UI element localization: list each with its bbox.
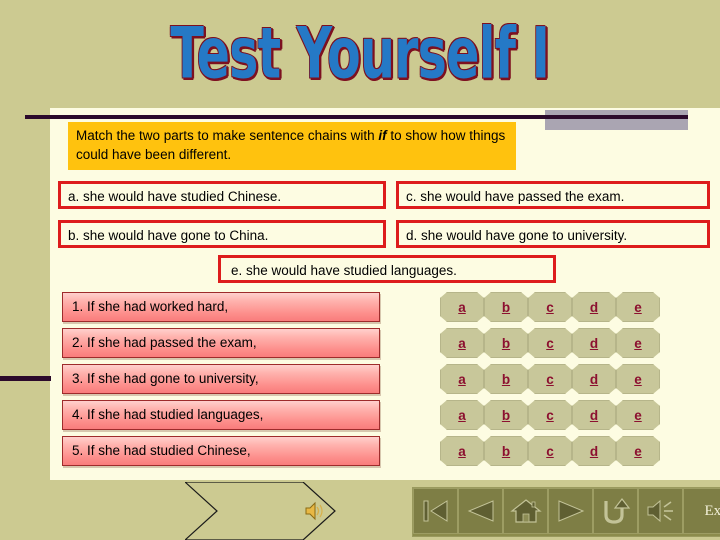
previous-icon xyxy=(467,500,493,522)
answer-cell-4a[interactable]: a xyxy=(440,400,484,430)
option-box-d: d. she would have gone to university. xyxy=(396,220,710,248)
answer-cell-5d[interactable]: d xyxy=(572,436,616,466)
answer-link-5d[interactable]: d xyxy=(590,444,598,459)
answer-cell-3e[interactable]: e xyxy=(616,364,660,394)
answer-row-1: a b c d e xyxy=(440,292,660,328)
exit-button-label: Exit xyxy=(704,502,720,519)
answer-cell-5c[interactable]: c xyxy=(528,436,572,466)
answer-link-3a[interactable]: a xyxy=(458,372,466,387)
answer-link-2d[interactable]: d xyxy=(590,336,598,351)
slide-title: Test Yourself I xyxy=(0,8,720,103)
answer-cell-1d[interactable]: d xyxy=(572,292,616,322)
first-slide-button[interactable] xyxy=(413,488,458,534)
answer-link-4b[interactable]: b xyxy=(502,408,510,423)
next-slide-button[interactable] xyxy=(548,488,593,534)
answer-cell-2c[interactable]: c xyxy=(528,328,572,358)
answer-row-3: a b c d e xyxy=(440,364,660,400)
title-wordart: Test Yourself I xyxy=(170,12,550,95)
answer-cell-3d[interactable]: d xyxy=(572,364,616,394)
slide-canvas: Test Yourself I Match the two parts to m… xyxy=(0,0,720,540)
answer-cell-4e[interactable]: e xyxy=(616,400,660,430)
answer-link-3e[interactable]: e xyxy=(634,372,642,387)
instruction-box: Match the two parts to make sentence cha… xyxy=(68,122,516,170)
question-box-5: 5. If she had studied Chinese, xyxy=(62,436,380,466)
answer-row-4: a b c d e xyxy=(440,400,660,436)
answer-row-5: a b c d e xyxy=(440,436,660,472)
gray-accent-bar xyxy=(545,110,688,130)
answer-link-3c[interactable]: c xyxy=(546,372,554,387)
exit-button[interactable]: Exit xyxy=(683,488,720,534)
answer-cell-1e[interactable]: e xyxy=(616,292,660,322)
chevron-arrow-shape xyxy=(185,482,370,540)
answer-cell-3c[interactable]: c xyxy=(528,364,572,394)
answer-cell-5e[interactable]: e xyxy=(616,436,660,466)
answer-link-4a[interactable]: a xyxy=(458,408,466,423)
answer-link-1d[interactable]: d xyxy=(590,300,598,315)
answer-letter-grid: a b c d e a b c d e a b c d e a b c d e xyxy=(440,292,660,472)
left-accent-rule xyxy=(0,376,51,381)
answer-link-5b[interactable]: b xyxy=(502,444,510,459)
mini-speaker-icon[interactable] xyxy=(304,500,328,522)
option-box-a: a. she would have studied Chinese. xyxy=(58,181,386,209)
home-slide-button[interactable] xyxy=(503,488,548,534)
instruction-emphasis: if xyxy=(378,128,387,143)
answer-link-2a[interactable]: a xyxy=(458,336,466,351)
answer-cell-4c[interactable]: c xyxy=(528,400,572,430)
answer-link-1c[interactable]: c xyxy=(546,300,554,315)
first-icon xyxy=(423,500,447,522)
answer-link-1a[interactable]: a xyxy=(458,300,466,315)
answer-cell-2e[interactable]: e xyxy=(616,328,660,358)
answer-cell-4d[interactable]: d xyxy=(572,400,616,430)
answer-link-3b[interactable]: b xyxy=(502,372,510,387)
answer-cell-3b[interactable]: b xyxy=(484,364,528,394)
answer-link-3d[interactable]: d xyxy=(590,372,598,387)
answer-link-4d[interactable]: d xyxy=(590,408,598,423)
answer-link-4c[interactable]: c xyxy=(546,408,554,423)
return-arrow-icon xyxy=(603,498,630,524)
instruction-text-before: Match the two parts to make sentence cha… xyxy=(76,128,379,143)
next-icon xyxy=(558,500,584,522)
question-box-3: 3. If she had gone to university, xyxy=(62,364,380,394)
home-icon xyxy=(509,499,542,523)
answer-row-2: a b c d e xyxy=(440,328,660,364)
answer-link-5e[interactable]: e xyxy=(634,444,642,459)
answer-link-2b[interactable]: b xyxy=(502,336,510,351)
answer-cell-2b[interactable]: b xyxy=(484,328,528,358)
answer-cell-2d[interactable]: d xyxy=(572,328,616,358)
return-slide-button[interactable] xyxy=(593,488,638,534)
top-divider-rule xyxy=(25,115,688,119)
question-box-1: 1. If she had worked hard, xyxy=(62,292,380,322)
answer-link-2e[interactable]: e xyxy=(634,336,642,351)
answer-cell-1b[interactable]: b xyxy=(484,292,528,322)
answer-cell-1c[interactable]: c xyxy=(528,292,572,322)
answer-link-5a[interactable]: a xyxy=(458,444,466,459)
answer-link-2c[interactable]: c xyxy=(546,336,554,351)
answer-cell-1a[interactable]: a xyxy=(440,292,484,322)
answer-link-4e[interactable]: e xyxy=(634,408,642,423)
question-box-2: 2. If she had passed the exam, xyxy=(62,328,380,358)
answer-link-1e[interactable]: e xyxy=(634,300,642,315)
navigation-bar: Exit xyxy=(412,487,720,537)
answer-cell-4b[interactable]: b xyxy=(484,400,528,430)
previous-slide-button[interactable] xyxy=(458,488,503,534)
answer-link-1b[interactable]: b xyxy=(502,300,510,315)
option-box-e: e. she would have studied languages. xyxy=(218,255,556,283)
answer-cell-2a[interactable]: a xyxy=(440,328,484,358)
question-box-4: 4. If she had studied languages, xyxy=(62,400,380,430)
answer-cell-5a[interactable]: a xyxy=(440,436,484,466)
speaker-icon xyxy=(647,499,673,523)
sound-toggle-button[interactable] xyxy=(638,488,683,534)
answer-link-5c[interactable]: c xyxy=(546,444,554,459)
option-box-b: b. she would have gone to China. xyxy=(58,220,386,248)
option-box-c: c. she would have passed the exam. xyxy=(396,181,710,209)
answer-cell-5b[interactable]: b xyxy=(484,436,528,466)
answer-cell-3a[interactable]: a xyxy=(440,364,484,394)
